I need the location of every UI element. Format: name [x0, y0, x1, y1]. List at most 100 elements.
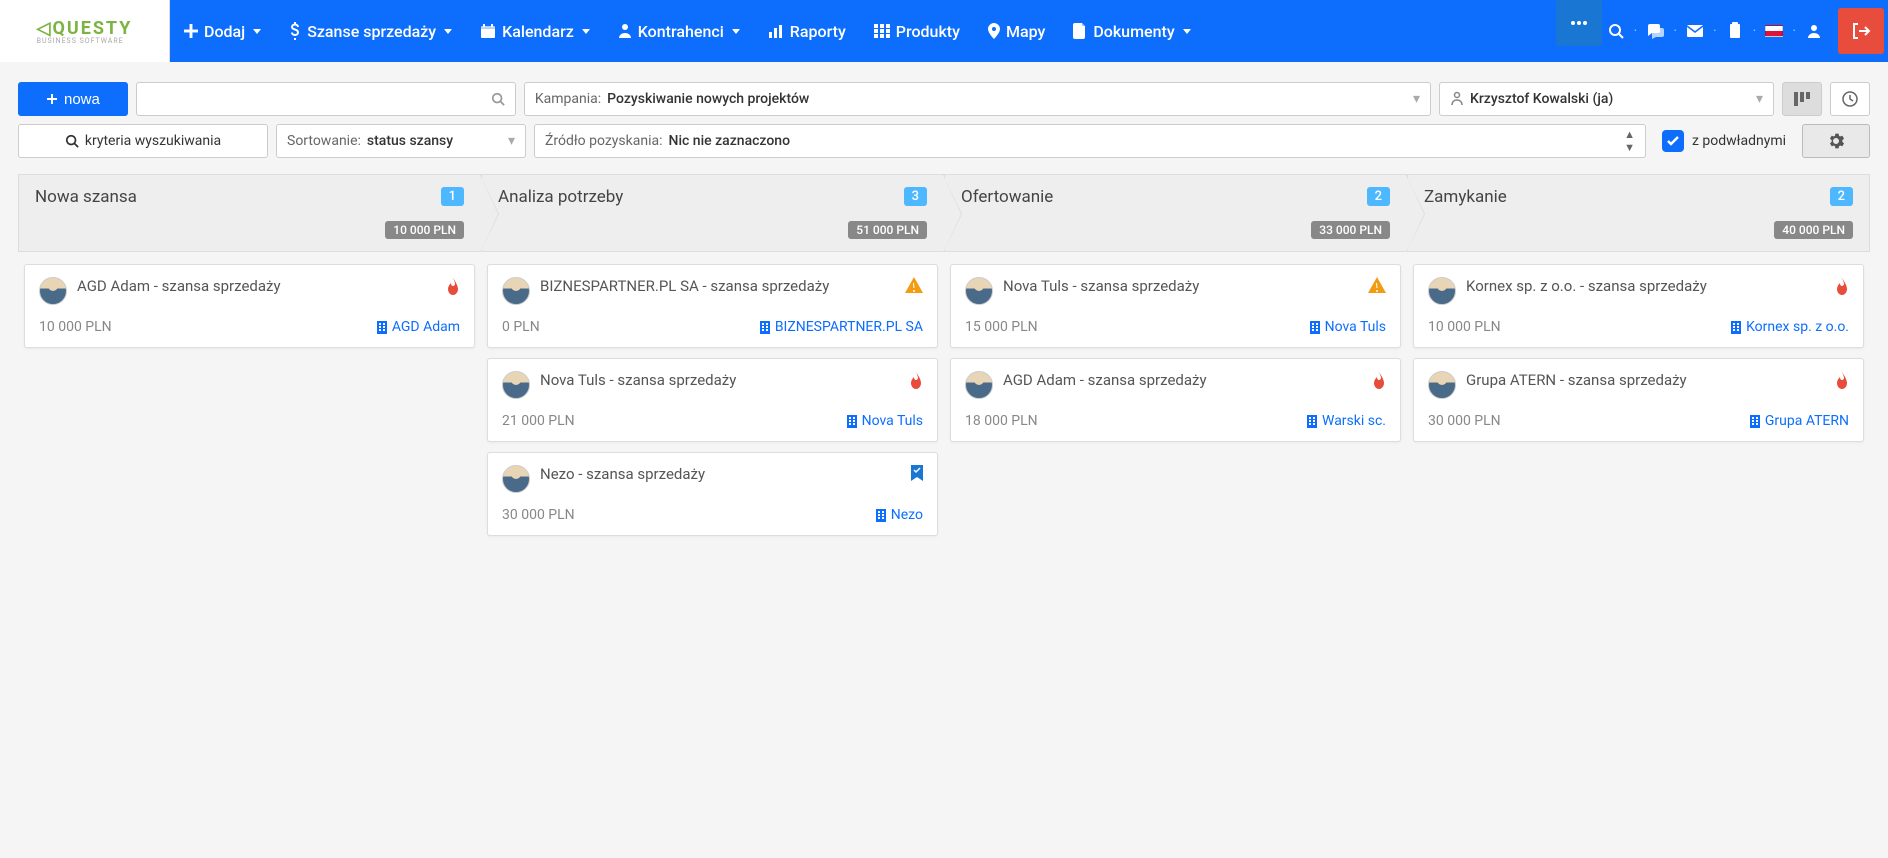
card-amount: 30 000 PLN [502, 507, 575, 523]
more-menu-button[interactable] [1556, 0, 1602, 46]
history-view-toggle[interactable] [1830, 82, 1870, 116]
nav-item-dokumenty[interactable]: Dokumenty [1059, 0, 1204, 62]
column-title: Nowa szansa [35, 187, 137, 207]
avatar [965, 277, 993, 305]
column-header: Analiza potrzeby351 000 PLN [481, 174, 944, 252]
kanban-column: Ofertowanie233 000 PLN Nova Tuls - szansa… [944, 174, 1407, 548]
column-count-badge: 1 [441, 187, 464, 206]
column-header: Nowa szansa 1 10 000 PLN [18, 174, 481, 252]
company-link[interactable]: Kornex sp. z o.o. [1730, 319, 1849, 335]
column-title: Ofertowanie [961, 187, 1053, 207]
nav-item-szanse-sprzedaży[interactable]: Szanse sprzedaży [275, 0, 466, 62]
column-cards: Nova Tuls - szansa sprzedaży15 000 PLNNo… [944, 252, 1407, 454]
status-icon [444, 277, 460, 295]
search-field[interactable] [147, 91, 491, 107]
search-criteria-button[interactable]: kryteria wyszukiwania [18, 124, 268, 158]
sort-select[interactable]: Sortowanie: status szansy ▾ [276, 124, 526, 158]
checkbox-icon[interactable] [1662, 130, 1684, 152]
status-icon [911, 465, 923, 481]
search-input[interactable] [136, 82, 516, 116]
owner-select[interactable]: Krzysztof Kowalski (ja) ▾ [1439, 82, 1774, 116]
logo[interactable]: ◁QUESTY BUSINESS SOFTWARE [0, 0, 170, 62]
column-title: Zamykanie [1424, 187, 1507, 207]
column-amount-badge: 10 000 PLN [385, 221, 464, 239]
kanban-board: Nowa szansa110 000 PLNAGD Adam - szansa … [0, 166, 1888, 568]
nav-item-kalendarz[interactable]: Kalendarz [466, 0, 604, 62]
subordinates-checkbox[interactable]: z podwładnymi [1654, 124, 1794, 158]
kanban-view-toggle[interactable] [1782, 82, 1822, 116]
campaign-select[interactable]: Kampania: Pozyskiwanie nowych projektów … [524, 82, 1431, 116]
nav-items: DodajSzanse sprzedażyKalendarzKontrahenc… [170, 0, 1548, 62]
settings-button[interactable] [1802, 124, 1870, 158]
avatar [39, 277, 67, 305]
avatar [1428, 371, 1456, 399]
nav-item-raporty[interactable]: Raporty [754, 0, 860, 62]
status-icon [1368, 277, 1386, 293]
opportunity-card[interactable]: Kornex sp. z o.o. - szansa sprzedaży 10 0… [1413, 264, 1864, 348]
status-icon [1370, 371, 1386, 389]
top-nav: ◁QUESTY BUSINESS SOFTWARE DodajSzanse sp… [0, 0, 1888, 62]
card-amount: 21 000 PLN [502, 413, 575, 429]
search-icon[interactable] [1602, 0, 1630, 62]
status-icon [907, 371, 923, 389]
opportunity-card[interactable]: Nezo - szansa sprzedaży30 000 PLNNezo [487, 452, 938, 536]
card-title: AGD Adam - szansa sprzedaży [77, 277, 434, 297]
column-header: Ofertowanie233 000 PLN [944, 174, 1407, 252]
nav-item-kontrahenci[interactable]: Kontrahenci [604, 0, 754, 62]
card-title: AGD Adam - szansa sprzedaży [1003, 371, 1360, 391]
company-link[interactable]: BIZNESPARTNER.PL SA [759, 319, 923, 335]
company-link[interactable]: Nova Tuls [1309, 319, 1386, 335]
column-amount-badge: 40 000 PLN [1774, 221, 1853, 239]
new-button[interactable]: nowa [18, 82, 128, 116]
nav-item-dodaj[interactable]: Dodaj [170, 0, 275, 62]
column-cards: AGD Adam - szansa sprzedaży 10 000 PLN AGD… [18, 252, 481, 360]
avatar [1428, 277, 1456, 305]
status-icon [1833, 277, 1849, 295]
opportunity-card[interactable]: Grupa ATERN - szansa sprzedaży 30 000 PLN… [1413, 358, 1864, 442]
card-title: Nova Tuls - szansa sprzedaży [540, 371, 897, 391]
search-icon [65, 134, 79, 148]
opportunity-card[interactable]: Nova Tuls - szansa sprzedaży15 000 PLNNo… [950, 264, 1401, 348]
company-link[interactable]: Nova Tuls [846, 413, 923, 429]
opportunity-card[interactable]: AGD Adam - szansa sprzedaży 10 000 PLN AGD… [24, 264, 475, 348]
avatar [502, 465, 530, 493]
company-link[interactable]: Warski sc. [1306, 413, 1386, 429]
column-header: Zamykanie 2 40 000 PLN [1407, 174, 1870, 252]
kanban-column: Analiza potrzeby351 000 PLNBIZNESPARTNER… [481, 174, 944, 548]
card-title: Grupa ATERN - szansa sprzedaży [1466, 371, 1823, 391]
card-amount: 10 000 PLN [39, 319, 112, 335]
column-cards: BIZNESPARTNER.PL SA - szansa sprzedaży0 … [481, 252, 944, 548]
company-link[interactable]: AGD Adam [376, 319, 460, 335]
flag-icon[interactable] [1760, 0, 1788, 62]
user-icon[interactable] [1800, 0, 1828, 62]
card-amount: 30 000 PLN [1428, 413, 1501, 429]
column-count-badge: 2 [1830, 187, 1853, 206]
mail-icon[interactable] [1681, 0, 1709, 62]
card-amount: 15 000 PLN [965, 319, 1038, 335]
nav-right: · · · · · [1602, 0, 1888, 62]
avatar [502, 371, 530, 399]
kanban-column: Zamykanie 2 40 000 PLN Kornex sp. z o.o. - … [1407, 174, 1870, 548]
nav-item-produkty[interactable]: Produkty [860, 0, 974, 62]
source-select[interactable]: Źródło pozyskania: Nic nie zaznaczono ▲▼ [534, 124, 1646, 158]
card-title: Kornex sp. z o.o. - szansa sprzedaży [1466, 277, 1823, 297]
gear-icon [1828, 133, 1844, 149]
company-link[interactable]: Grupa ATERN [1749, 413, 1849, 429]
company-link[interactable]: Nezo [875, 507, 923, 523]
status-icon [1833, 371, 1849, 389]
column-amount-badge: 51 000 PLN [848, 221, 927, 239]
clipboard-icon[interactable] [1721, 0, 1749, 62]
card-amount: 18 000 PLN [965, 413, 1038, 429]
logout-button[interactable] [1838, 8, 1884, 54]
nav-item-mapy[interactable]: Mapy [974, 0, 1059, 62]
chat-icon[interactable] [1641, 0, 1669, 62]
column-count-badge: 3 [904, 187, 927, 206]
opportunity-card[interactable]: Nova Tuls - szansa sprzedaży 21 000 PLN No… [487, 358, 938, 442]
opportunity-card[interactable]: BIZNESPARTNER.PL SA - szansa sprzedaży0 … [487, 264, 938, 348]
avatar [965, 371, 993, 399]
card-amount: 10 000 PLN [1428, 319, 1501, 335]
column-amount-badge: 33 000 PLN [1311, 221, 1390, 239]
card-amount: 0 PLN [502, 319, 540, 335]
status-icon [905, 277, 923, 293]
opportunity-card[interactable]: AGD Adam - szansa sprzedaży 18 000 PLN War… [950, 358, 1401, 442]
